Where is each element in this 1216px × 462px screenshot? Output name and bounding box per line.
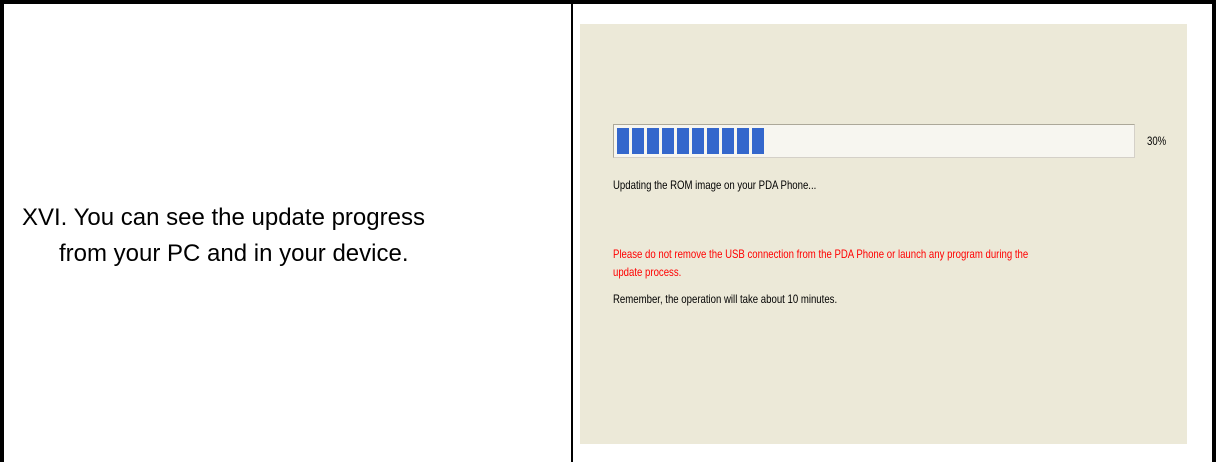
progress-percent: 30% [1147, 134, 1167, 148]
step-instruction: XVI. You can see the update progress fro… [22, 200, 562, 272]
progress-block [677, 128, 689, 154]
table-column-divider [571, 0, 573, 462]
progress-block [632, 128, 644, 154]
table-border-top [0, 0, 1216, 4]
progress-block [722, 128, 734, 154]
warning-message-line-2: update process. [613, 265, 682, 279]
update-dialog-screenshot: 30% Updating the ROM image on your PDA P… [580, 24, 1187, 444]
duration-note: Remember, the operation will take about … [613, 292, 838, 306]
table-border-left [0, 0, 4, 462]
progress-block [707, 128, 719, 154]
progress-block [662, 128, 674, 154]
progress-block [647, 128, 659, 154]
warning-message-line-1: Please do not remove the USB connection … [613, 247, 1029, 261]
progress-bar [613, 124, 1135, 158]
progress-block [692, 128, 704, 154]
step-line-1: XVI. You can see the update progress [22, 204, 425, 231]
step-line-2: from your PC and in your device. [59, 240, 409, 267]
table-border-right [1212, 0, 1216, 462]
progress-block [737, 128, 749, 154]
progress-block [752, 128, 764, 154]
status-message: Updating the ROM image on your PDA Phone… [613, 178, 817, 192]
progress-fill [617, 128, 764, 154]
progress-block [617, 128, 629, 154]
document-page: XVI. You can see the update progress fro… [0, 0, 1216, 462]
